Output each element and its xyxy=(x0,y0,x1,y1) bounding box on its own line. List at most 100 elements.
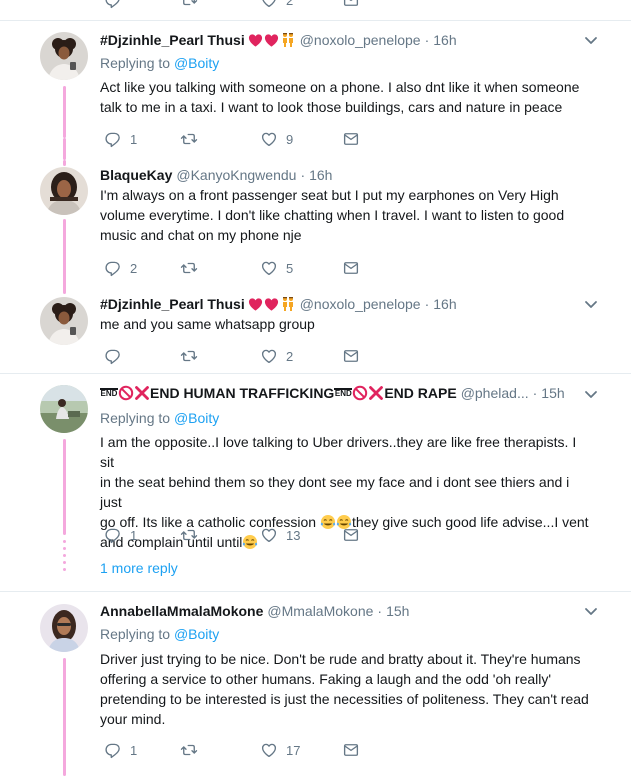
timestamp[interactable]: 15h xyxy=(541,385,564,401)
like-button[interactable]: 5 xyxy=(260,258,293,278)
separator-dot: · xyxy=(377,603,383,619)
retweet-button[interactable] xyxy=(180,129,198,149)
display-name[interactable]: #Djzinhle_Pearl Thusi xyxy=(100,296,245,312)
like-count: 9 xyxy=(286,131,294,147)
heart-emoji xyxy=(264,33,279,48)
message-icon xyxy=(342,259,360,277)
tweet-text-line: in the seat behind them so they dont see… xyxy=(100,474,570,510)
reply-button[interactable]: 1 xyxy=(104,740,137,760)
retweet-button[interactable] xyxy=(180,740,198,760)
separator-dot: · xyxy=(424,296,430,312)
reply-icon xyxy=(104,130,122,148)
timestamp[interactable]: 15h xyxy=(386,603,409,619)
replying-to: Replying to @Boity xyxy=(100,55,219,71)
thread-dots xyxy=(63,540,66,575)
avatar[interactable] xyxy=(40,297,88,345)
avatar[interactable] xyxy=(40,167,88,215)
end-arrow-emoji: END xyxy=(334,388,353,398)
more-replies-link[interactable]: 1 more reply xyxy=(100,560,178,576)
retweet-button[interactable] xyxy=(180,0,198,10)
reply-icon xyxy=(104,526,122,544)
like-button[interactable]: 2 xyxy=(260,0,293,10)
reply-button[interactable] xyxy=(104,346,122,366)
like-icon xyxy=(260,0,278,9)
reply-icon xyxy=(104,0,122,9)
message-icon xyxy=(342,741,360,759)
message-button[interactable] xyxy=(342,129,360,149)
avatar[interactable] xyxy=(40,32,88,80)
reply-button[interactable]: 2 xyxy=(104,258,137,278)
separator-dot: · xyxy=(532,385,538,401)
no-entry-emoji xyxy=(118,385,134,401)
chevron-down-icon[interactable] xyxy=(583,32,599,48)
like-icon xyxy=(260,347,278,365)
no-entry-emoji xyxy=(352,385,368,401)
reply-button[interactable]: 1 xyxy=(104,129,137,149)
reply-button[interactable] xyxy=(104,0,122,10)
avatar[interactable] xyxy=(40,604,88,652)
tweet-header: AnnabellaMmalaMokone @MmalaMokone · 15h xyxy=(100,601,591,621)
tweet-text: Act like you talking with someone on a p… xyxy=(100,79,580,115)
handle[interactable]: @noxolo_penelope xyxy=(300,296,421,312)
chevron-down-icon[interactable] xyxy=(583,296,599,312)
thread-line xyxy=(63,138,66,160)
like-count: 17 xyxy=(286,742,301,758)
timestamp[interactable]: 16h xyxy=(433,296,456,312)
like-button[interactable]: 9 xyxy=(260,129,293,149)
retweet-icon xyxy=(180,741,198,759)
replying-label: Replying to xyxy=(100,410,171,426)
thread-line xyxy=(63,160,66,166)
replying-to-link[interactable]: @Boity xyxy=(174,626,219,642)
message-button[interactable] xyxy=(342,0,360,10)
thread-line xyxy=(63,219,66,294)
retweet-button[interactable] xyxy=(180,258,198,278)
retweet-icon xyxy=(180,259,198,277)
tears-of-joy-emoji xyxy=(320,514,336,530)
display-name-part1[interactable]: END HUMAN TRAFFICKING xyxy=(150,385,334,401)
display-name[interactable]: #Djzinhle_Pearl Thusi xyxy=(100,32,245,48)
display-name[interactable]: AnnabellaMmalaMokone xyxy=(100,603,263,619)
reply-count: 1 xyxy=(130,527,138,543)
handle[interactable]: @KanyoKngwendu xyxy=(176,167,296,183)
like-button[interactable]: 17 xyxy=(260,740,300,760)
avatar[interactable] xyxy=(40,385,88,433)
replying-label: Replying to xyxy=(100,55,171,71)
replying-to-link[interactable]: @Boity xyxy=(174,55,219,71)
handle[interactable]: @noxolo_penelope xyxy=(300,32,421,48)
handle[interactable]: @phelad... xyxy=(461,385,529,401)
heart-emoji xyxy=(248,33,263,48)
reply-icon xyxy=(104,347,122,365)
timestamp[interactable]: 16h xyxy=(433,32,456,48)
thread-line xyxy=(63,658,66,776)
women-dancing-emoji xyxy=(280,32,296,48)
message-button[interactable] xyxy=(342,346,360,366)
thread-line xyxy=(63,439,66,535)
message-icon xyxy=(342,526,360,544)
handle[interactable]: @MmalaMokone xyxy=(267,603,373,619)
retweet-button[interactable] xyxy=(180,346,198,366)
message-icon xyxy=(342,347,360,365)
retweet-button[interactable] xyxy=(180,525,198,545)
timestamp[interactable]: 16h xyxy=(309,167,332,183)
retweet-icon xyxy=(180,526,198,544)
heart-emoji xyxy=(264,297,279,312)
divider xyxy=(0,20,631,21)
chevron-down-icon[interactable] xyxy=(583,386,599,402)
display-name-part2[interactable]: END RAPE xyxy=(384,385,456,401)
like-button[interactable]: 13 xyxy=(260,525,300,545)
replying-to-link[interactable]: @Boity xyxy=(174,410,219,426)
message-button[interactable] xyxy=(342,258,360,278)
tears-of-joy-emoji xyxy=(242,534,258,550)
divider xyxy=(0,591,631,592)
tweet-header: END END HUMAN TRAFFICKING END END RAPE @… xyxy=(100,383,591,403)
reply-button[interactable]: 1 xyxy=(104,525,137,545)
like-count: 5 xyxy=(286,260,294,276)
display-name[interactable]: BlaqueKay xyxy=(100,167,172,183)
like-count: 13 xyxy=(286,527,301,543)
replying-to: Replying to @Boity xyxy=(100,626,219,642)
like-button[interactable]: 2 xyxy=(260,346,293,366)
message-button[interactable] xyxy=(342,740,360,760)
message-button[interactable] xyxy=(342,525,360,545)
chevron-down-icon[interactable] xyxy=(583,603,599,619)
tweet-text: me and you same whatsapp group xyxy=(100,316,315,332)
